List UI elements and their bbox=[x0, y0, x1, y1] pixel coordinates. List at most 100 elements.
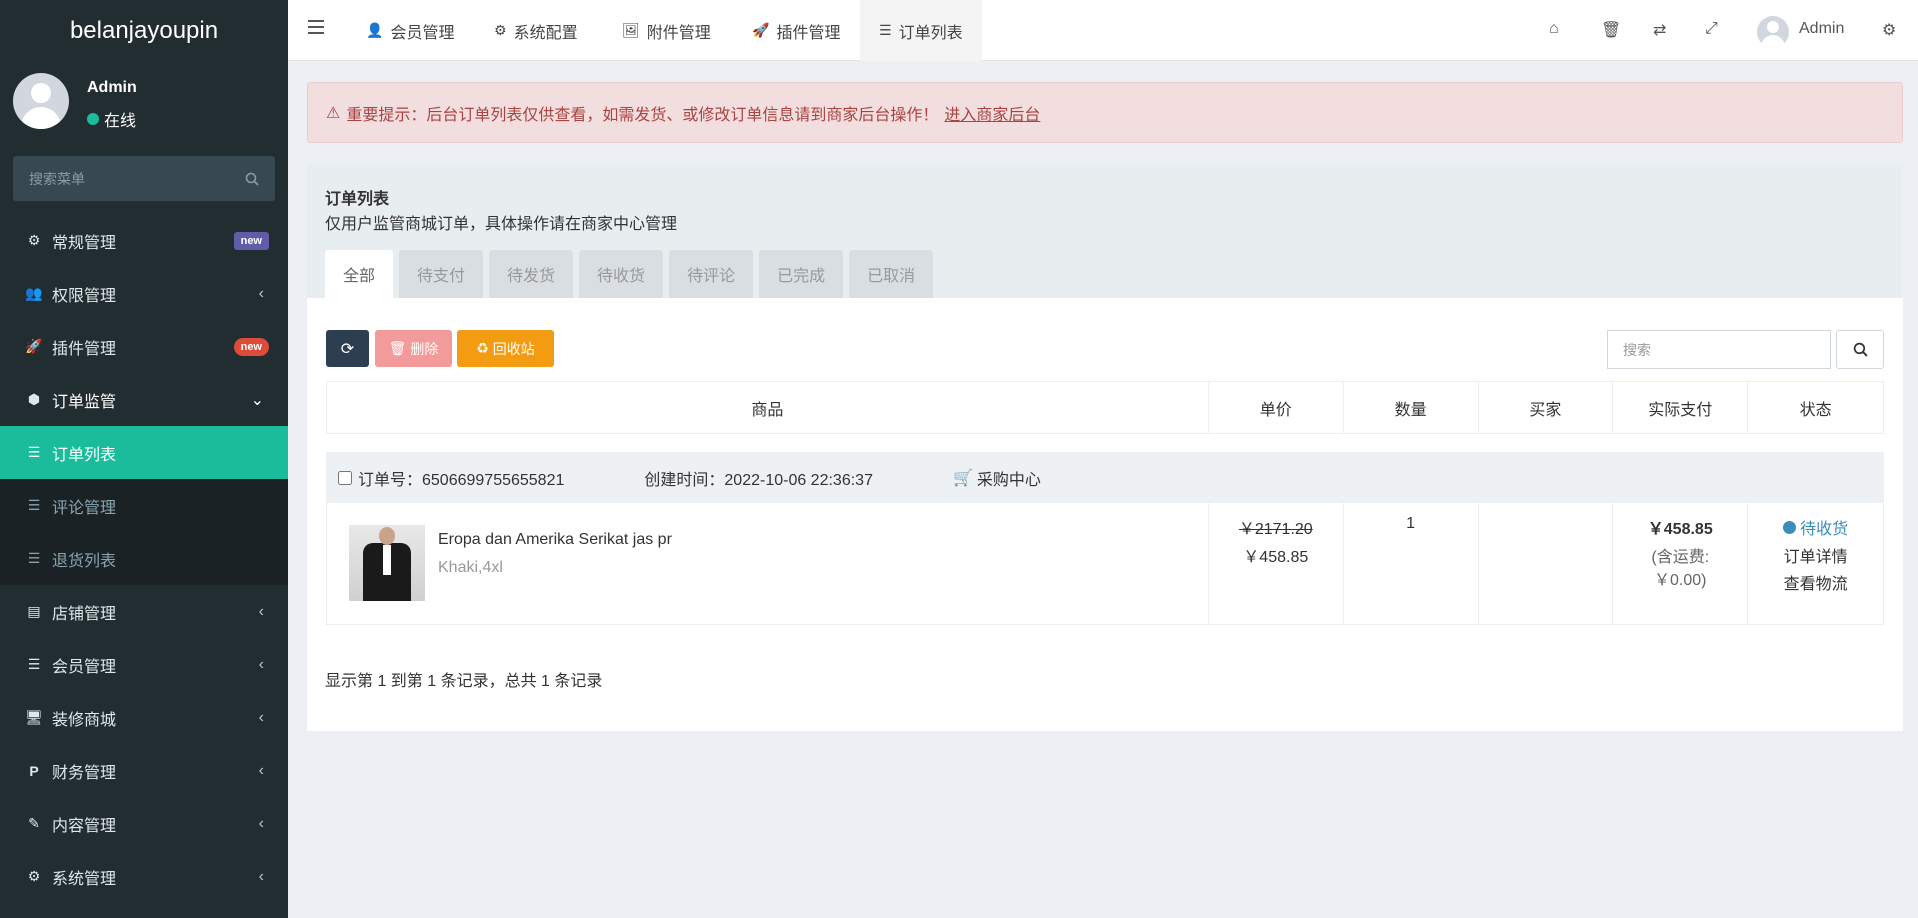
quantity-cell: 1 bbox=[1344, 503, 1479, 624]
trash-icon[interactable]: 🗑 bbox=[1601, 20, 1621, 40]
chevron-left-icon: ‹ bbox=[258, 708, 264, 726]
sidebar-item-label: 店铺管理 bbox=[52, 605, 117, 623]
cogs-icon[interactable]: ⚙ bbox=[1882, 20, 1896, 40]
chevron-left-icon: ‹ bbox=[258, 867, 264, 885]
chevron-down-icon: ⌄ bbox=[250, 391, 264, 409]
sidebar-item-order-list[interactable]: ☰ 订单列表 bbox=[0, 426, 288, 479]
tab-label: 订单列表 bbox=[898, 24, 963, 42]
new-badge: new bbox=[233, 337, 269, 356]
tab-cancelled[interactable]: 已取消 bbox=[849, 250, 934, 298]
sidebar-item-label: 订单监管 bbox=[52, 393, 117, 411]
quantity-value: 1 bbox=[1406, 515, 1416, 532]
chevron-left-icon: ‹ bbox=[258, 602, 264, 620]
sidebar-item-general[interactable]: ⚙ 常规管理 new bbox=[0, 214, 288, 267]
cube-icon: ⬢ bbox=[27, 391, 41, 407]
sidebar-item-label: 退货列表 bbox=[52, 552, 117, 570]
language-icon[interactable]: ⇄ bbox=[1653, 20, 1666, 40]
search-icon bbox=[1853, 342, 1868, 357]
sidebar-menu: ⚙ 常规管理 new 👥 权限管理 ‹ 🚀 插件管理 new ⬢ 订单监管 ⌄ … bbox=[0, 214, 288, 903]
table-search bbox=[1607, 330, 1831, 369]
order-info-bar: 订单号：6506699755655821 创建时间：2022-10-06 22:… bbox=[326, 452, 1884, 503]
column-header-quantity: 数量 bbox=[1344, 382, 1479, 433]
cogs-icon: ⚙ bbox=[27, 232, 41, 248]
chevron-left-icon: ‹ bbox=[258, 761, 264, 779]
column-header-status: 状态 bbox=[1799, 401, 1832, 419]
recycle-bin-button[interactable]: ♻ 回收站 bbox=[457, 330, 554, 367]
status-tabs: 全部 待支付 待发货 待收货 待评论 已完成 已取消 bbox=[325, 250, 934, 298]
admin-name[interactable]: Admin bbox=[1799, 20, 1844, 38]
gear-icon: ⚙ bbox=[27, 868, 41, 884]
tab-pending-receipt[interactable]: 待收货 bbox=[579, 250, 664, 298]
panel-header: 订单列表 仅用户监管商城订单，具体操作请在商家中心管理 全部 待支付 待发货 待… bbox=[307, 165, 1903, 298]
edit-icon: ✎ bbox=[28, 815, 40, 831]
tab-completed[interactable]: 已完成 bbox=[759, 250, 844, 298]
sidebar-item-members[interactable]: ☰ 会员管理 ‹ bbox=[0, 638, 288, 691]
trash-icon: 🗑 bbox=[388, 340, 407, 356]
view-logistics-link[interactable]: 查看物流 bbox=[1748, 570, 1883, 594]
menu-toggle-icon[interactable] bbox=[308, 20, 324, 34]
tab-member-management[interactable]: 👤 会员管理 bbox=[366, 0, 454, 61]
sidebar-item-finance[interactable]: P 财务管理 ‹ bbox=[0, 744, 288, 797]
delete-button[interactable]: 🗑 删除 bbox=[375, 330, 452, 367]
order-detail-link[interactable]: 订单详情 bbox=[1748, 543, 1883, 567]
sidebar-item-system[interactable]: ⚙ 系统管理 ‹ bbox=[0, 850, 288, 903]
app-logo[interactable]: belanjayoupin bbox=[0, 0, 288, 61]
home-icon[interactable]: ⌂ bbox=[1549, 20, 1559, 38]
sidebar-item-content[interactable]: ✎ 内容管理 ‹ bbox=[0, 797, 288, 850]
table-row: Eropa dan Amerika Serikat jas pr Khaki,4… bbox=[326, 503, 1884, 625]
chevron-left-icon: ‹ bbox=[258, 655, 264, 673]
sidebar-item-label: 内容管理 bbox=[52, 817, 117, 835]
menu-search bbox=[13, 156, 275, 201]
column-header-paid: 实际支付 bbox=[1613, 382, 1749, 433]
tab-pending-review[interactable]: 待评论 bbox=[669, 250, 754, 298]
sidebar-item-label: 订单列表 bbox=[52, 446, 117, 464]
recycle-label: 回收站 bbox=[492, 340, 535, 357]
sidebar-item-label: 系统管理 bbox=[52, 870, 117, 888]
refresh-button[interactable]: ⟳ bbox=[326, 330, 369, 367]
new-badge: new bbox=[233, 231, 269, 250]
table-header: 商品 单价 数量 买家 实际支付 状态 bbox=[326, 381, 1884, 434]
sale-price: ￥458.85 bbox=[1243, 549, 1309, 566]
shipping-fee-label: (含运费: bbox=[1651, 549, 1710, 566]
tab-plugins[interactable]: 🚀 插件管理 bbox=[752, 0, 840, 61]
sidebar-item-label: 常规管理 bbox=[52, 234, 117, 252]
list-icon: ☰ bbox=[879, 22, 892, 38]
tab-system-config[interactable]: ⚙ 系统配置 bbox=[494, 0, 578, 61]
product-image[interactable] bbox=[349, 525, 425, 601]
fullscreen-icon[interactable]: ⤢ bbox=[1705, 20, 1718, 38]
tab-order-list[interactable]: ☰ 订单列表 bbox=[860, 0, 982, 61]
recycle-icon: ♻ bbox=[476, 340, 489, 356]
order-checkbox[interactable] bbox=[338, 470, 352, 485]
tab-pending-shipment[interactable]: 待发货 bbox=[489, 250, 574, 298]
shipping-fee-value: ￥0.00) bbox=[1654, 572, 1707, 589]
pagination-info: 显示第 1 到第 1 条记录，总共 1 条记录 bbox=[325, 673, 603, 690]
sidebar-item-decoration[interactable]: 🖥 装修商城 ‹ bbox=[0, 691, 288, 744]
merchant-backend-link[interactable]: 进入商家后台 bbox=[944, 101, 1040, 125]
tab-pending-payment[interactable]: 待支付 bbox=[399, 250, 484, 298]
sidebar-item-plugins[interactable]: 🚀 插件管理 new bbox=[0, 320, 288, 373]
page-subtitle: 仅用户监管商城订单，具体操作请在商家中心管理 bbox=[325, 216, 678, 233]
search-input[interactable] bbox=[1623, 341, 1830, 358]
menu-search-input[interactable] bbox=[29, 170, 245, 187]
order-created-time: 创建时间：2022-10-06 22:36:37 bbox=[644, 471, 873, 489]
product-name[interactable]: Eropa dan Amerika Serikat jas pr bbox=[438, 531, 672, 549]
sidebar-item-shops[interactable]: ▤ 店铺管理 ‹ bbox=[0, 585, 288, 638]
tab-label: 系统配置 bbox=[513, 24, 578, 42]
admin-avatar[interactable] bbox=[1757, 16, 1789, 48]
sidebar-item-comments[interactable]: ☰ 评论管理 bbox=[0, 479, 288, 532]
chevron-left-icon: ‹ bbox=[258, 284, 264, 302]
buyer-cell bbox=[1479, 503, 1614, 624]
archive-icon: ▤ bbox=[27, 603, 41, 619]
tab-all[interactable]: 全部 bbox=[325, 250, 394, 298]
tab-label: 附件管理 bbox=[646, 24, 711, 42]
original-price: ￥2171.20 bbox=[1238, 521, 1313, 538]
group-icon: 👥 bbox=[25, 285, 43, 301]
sidebar-item-label: 财务管理 bbox=[52, 764, 117, 782]
sidebar-item-returns[interactable]: ☰ 退货列表 bbox=[0, 532, 288, 585]
sidebar-item-permissions[interactable]: 👥 权限管理 ‹ bbox=[0, 267, 288, 320]
search-icon[interactable] bbox=[245, 172, 259, 186]
sidebar-item-order-monitor[interactable]: ⬢ 订单监管 ⌄ bbox=[0, 373, 288, 426]
tab-attachments[interactable]: 🖼 附件管理 bbox=[622, 0, 711, 61]
gear-icon: ⚙ bbox=[494, 22, 507, 38]
search-button[interactable] bbox=[1836, 330, 1884, 369]
